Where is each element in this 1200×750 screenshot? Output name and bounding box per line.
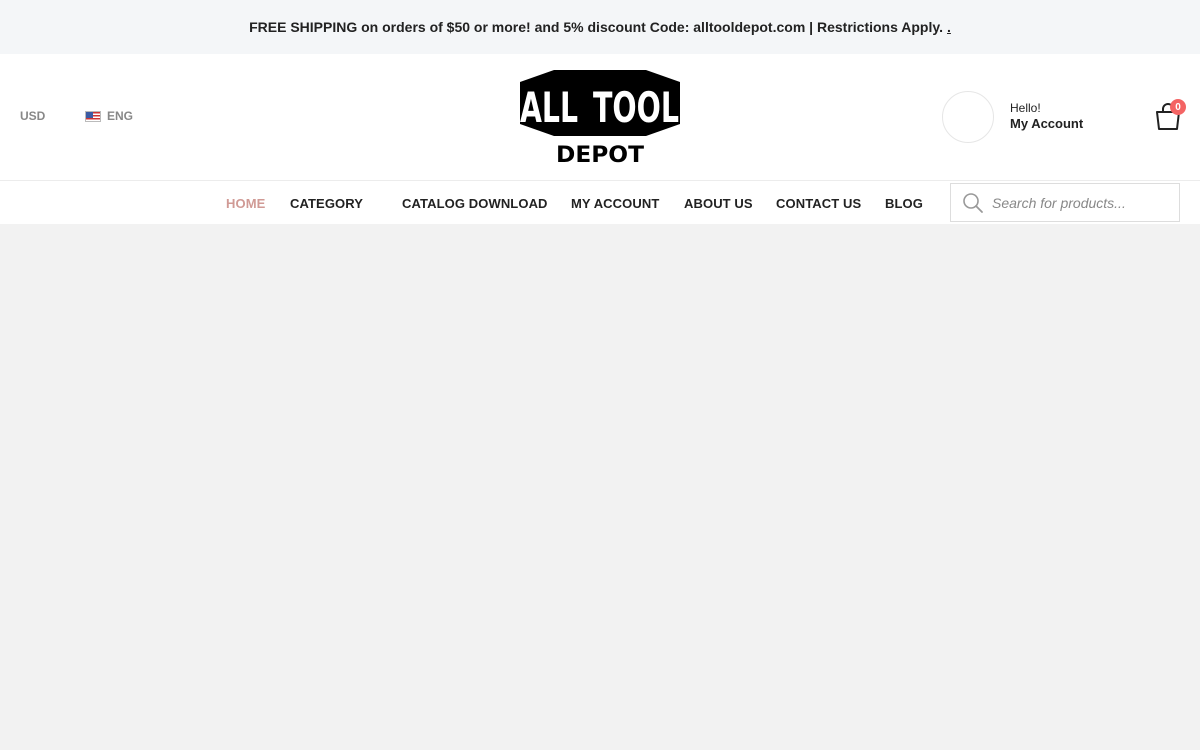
account-link[interactable]: Hello! My Account	[1010, 101, 1083, 133]
promo-bar: FREE SHIPPING on orders of $50 or more! …	[0, 0, 1200, 54]
nav-item-catalog-download[interactable]: CATALOG DOWNLOAD	[402, 196, 548, 211]
us-flag-icon	[85, 110, 101, 122]
account-greeting: Hello!	[1010, 101, 1041, 115]
language-label: ENG	[107, 109, 134, 123]
promo-message: FREE SHIPPING on orders of $50 or more! …	[249, 19, 943, 35]
currency-switcher[interactable]: USD	[20, 109, 45, 123]
nav-item-home[interactable]: HOME	[226, 196, 265, 211]
logo-text-tool: TOOL	[593, 83, 679, 132]
nav-item-about-us[interactable]: ABOUT US	[684, 196, 753, 211]
product-search	[950, 183, 1180, 222]
nav-item-contact-us[interactable]: CONTACT US	[776, 196, 861, 211]
logo-text-all: ALL	[520, 83, 578, 132]
cart-count-badge: 0	[1170, 99, 1186, 115]
nav-item-category[interactable]: CATEGORY	[290, 196, 363, 211]
site-header: USD ENG ALL TOOL DEPOT Hello! My Account…	[0, 54, 1200, 181]
account-label: My Account	[1010, 116, 1084, 131]
search-icon[interactable]	[962, 192, 984, 214]
site-logo[interactable]: ALL TOOL DEPOT	[514, 68, 686, 168]
search-input[interactable]	[992, 194, 1172, 211]
nav-item-blog[interactable]: BLOG	[885, 196, 923, 211]
promo-link[interactable]: .	[947, 19, 951, 35]
account-avatar[interactable]	[942, 91, 994, 143]
nav-item-my-account[interactable]: MY ACCOUNT	[571, 196, 659, 211]
language-switcher[interactable]: ENG	[85, 109, 133, 123]
logo-text-depot: DEPOT	[556, 143, 644, 168]
